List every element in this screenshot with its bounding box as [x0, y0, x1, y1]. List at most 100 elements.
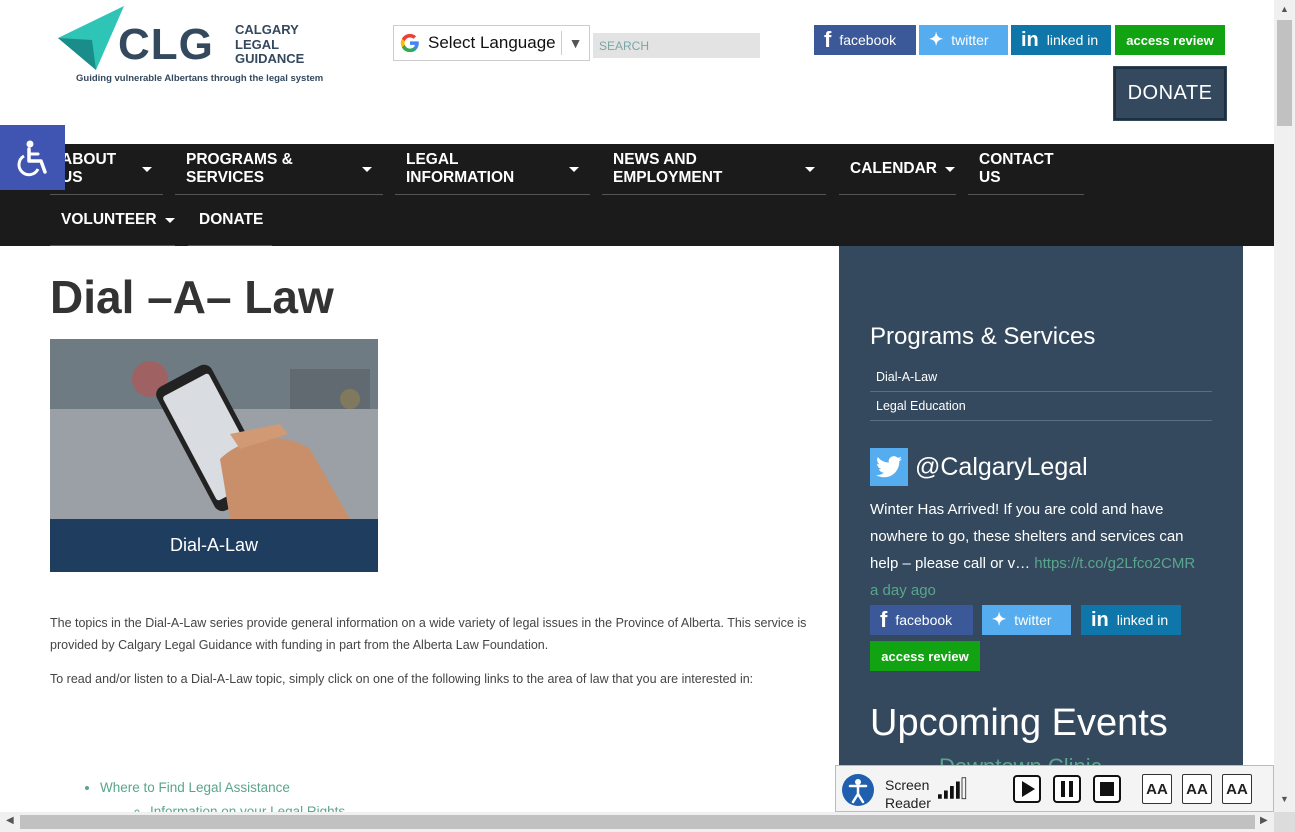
nav-item-news-employment[interactable]: NEWS AND EMPLOYMENT	[602, 144, 826, 195]
sidebar-linkedin-button[interactable]: in linked in	[1081, 605, 1181, 635]
search-input[interactable]	[593, 33, 760, 58]
logo-text: CLG	[118, 20, 214, 69]
nav-item-about-us[interactable]: ABOUT US	[50, 144, 163, 195]
nav-item-volunteer[interactable]: VOLUNTEER	[50, 195, 175, 246]
header-access-review-button[interactable]: access review	[1115, 25, 1225, 55]
instructions-paragraph: To read and/or listen to a Dial-A-Law to…	[50, 672, 754, 686]
linkedin-label: linked in	[1046, 32, 1099, 48]
screen-reader-logo-icon[interactable]	[840, 772, 876, 808]
volume-icon[interactable]	[938, 774, 968, 804]
nav-item-label: VOLUNTEER	[61, 211, 157, 228]
page-title: Dial –A– Law	[50, 271, 334, 323]
caret-down-icon	[944, 166, 955, 172]
topic-link[interactable]: Where to Find Legal Assistance	[100, 780, 290, 795]
twitter-feed-header: @CalgaryLegal	[870, 448, 1088, 486]
logo-tagline: Guiding vulnerable Albertans through the…	[76, 73, 324, 84]
facebook-label: facebook	[895, 612, 953, 628]
header-twitter-button[interactable]: ✦ twitter	[919, 25, 1008, 55]
twitter-label: twitter	[1014, 612, 1052, 628]
linkedin-icon: in	[1091, 608, 1109, 631]
pause-button[interactable]	[1052, 774, 1082, 804]
screen-reader-toolbar: Screen Reader AA AA AA	[835, 765, 1274, 812]
screen-reader-label: Screen Reader	[885, 776, 931, 812]
sidebar: Programs & Services Dial-A-Law Legal Edu…	[839, 246, 1243, 832]
sidebar-access-review-button[interactable]: access review	[870, 641, 980, 671]
sidebar-facebook-button[interactable]: f facebook	[870, 605, 973, 635]
topic-list: Where to Find Legal Assistance Informati…	[100, 780, 345, 819]
play-button[interactable]	[1012, 774, 1042, 804]
phone-in-hand-image	[50, 339, 378, 519]
access-review-label: access review	[881, 648, 969, 664]
nav-item-programs-services[interactable]: PROGRAMS & SERVICES	[175, 144, 383, 195]
twitter-icon	[870, 448, 908, 486]
google-icon	[400, 33, 419, 53]
caret-down-icon	[805, 166, 815, 172]
caret-down-icon	[569, 166, 579, 172]
facebook-icon: f	[824, 27, 832, 52]
scroll-left-icon[interactable]: ◀	[6, 815, 14, 826]
clg-logo[interactable]: CLG CALGARY LEGAL GUIDANCE Guiding vulne…	[56, 4, 323, 90]
scroll-down-icon[interactable]: ▼	[1280, 794, 1289, 804]
twitter-icon: ✦	[992, 610, 1007, 629]
wheelchair-icon	[17, 140, 47, 176]
twitter-icon: ✦	[929, 30, 944, 49]
intro-paragraph: The topics in the Dial-A-Law series prov…	[50, 616, 807, 652]
facebook-icon: f	[880, 607, 888, 632]
accessibility-toggle-button[interactable]	[0, 125, 65, 190]
horizontal-scrollbar[interactable]: ◀ ▶	[0, 812, 1274, 832]
access-review-label: access review	[1126, 32, 1214, 48]
nav-item-label: NEWS AND EMPLOYMENT	[613, 151, 723, 186]
nav-item-legal-information[interactable]: LEGAL INFORMATION	[395, 144, 590, 195]
main-nav: ABOUT US PROGRAMS & SERVICES LEGAL INFOR…	[0, 144, 1274, 246]
text-size-button[interactable]: AA	[1142, 774, 1172, 804]
stop-button[interactable]	[1092, 774, 1122, 804]
caret-down-icon	[362, 166, 372, 172]
scrollbar-thumb[interactable]	[1277, 20, 1292, 126]
logo-org-line: LEGAL	[235, 36, 280, 52]
nav-item-label: CALENDAR	[850, 160, 937, 177]
tweet-link[interactable]: https://t.co/g2Lfco2CMR	[1034, 555, 1195, 572]
facebook-label: facebook	[839, 32, 897, 48]
sidebar-item-dial-a-law[interactable]: Dial-A-Law	[870, 363, 1212, 392]
nav-item-contact-us[interactable]: CONTACT US	[968, 144, 1084, 195]
linkedin-label: linked in	[1116, 612, 1169, 628]
hero-photo	[50, 339, 378, 519]
tweet: Winter Has Arrived! If you are cold and …	[870, 496, 1200, 604]
tweet-timestamp[interactable]: a day ago	[870, 582, 936, 599]
nav-item-calendar[interactable]: CALENDAR	[839, 144, 956, 195]
sidebar-twitter-button[interactable]: ✦ twitter	[982, 605, 1071, 635]
hero-caption: Dial-A-Law	[50, 519, 378, 572]
nav-item-donate[interactable]: DONATE	[188, 195, 272, 246]
scrollbar-thumb[interactable]	[20, 815, 1255, 829]
dial-a-law-hero-image: Dial-A-Law	[50, 339, 378, 572]
caret-down-icon	[142, 166, 152, 172]
twitter-label: twitter	[951, 32, 989, 48]
site-header: CLG CALGARY LEGAL GUIDANCE Guiding vulne…	[0, 0, 1274, 144]
list-item: Where to Find Legal Assistance	[100, 780, 290, 795]
linkedin-icon: in	[1021, 28, 1039, 51]
scroll-up-icon[interactable]: ▲	[1280, 4, 1289, 14]
language-select[interactable]: Select Language ▼	[393, 25, 590, 61]
upcoming-events-heading: Upcoming Events	[870, 702, 1168, 744]
nav-item-label: PROGRAMS & SERVICES	[186, 151, 293, 186]
logo-org-line: CALGARY	[235, 22, 299, 37]
screen-reader-label-line: Reader	[885, 795, 931, 811]
vertical-scrollbar[interactable]: ▲ ▼	[1274, 0, 1295, 812]
header-facebook-button[interactable]: f facebook	[814, 25, 916, 55]
logo-org-name: CALGARY LEGAL GUIDANCE	[235, 22, 304, 67]
header-linkedin-button[interactable]: in linked in	[1011, 25, 1111, 55]
language-select-label: Select Language	[428, 33, 556, 52]
text-size-decrease-button[interactable]: AA	[1222, 774, 1252, 804]
sidebar-item-legal-education[interactable]: Legal Education	[870, 392, 1212, 421]
text-size-increase-button[interactable]: AA	[1182, 774, 1212, 804]
nav-item-label: LEGAL INFORMATION	[406, 151, 515, 186]
header-donate-button[interactable]: DONATE	[1113, 66, 1227, 121]
scrollbar-corner	[1274, 812, 1295, 832]
nav-item-label: ABOUT US	[61, 151, 117, 186]
twitter-handle[interactable]: @CalgaryLegal	[915, 453, 1088, 482]
logo-triangle-icon	[58, 6, 124, 70]
caret-down-icon	[164, 217, 175, 223]
nav-item-label: CONTACT US	[979, 151, 1054, 186]
programs-heading: Programs & Services	[870, 323, 1096, 350]
scroll-right-icon[interactable]: ▶	[1260, 815, 1268, 826]
